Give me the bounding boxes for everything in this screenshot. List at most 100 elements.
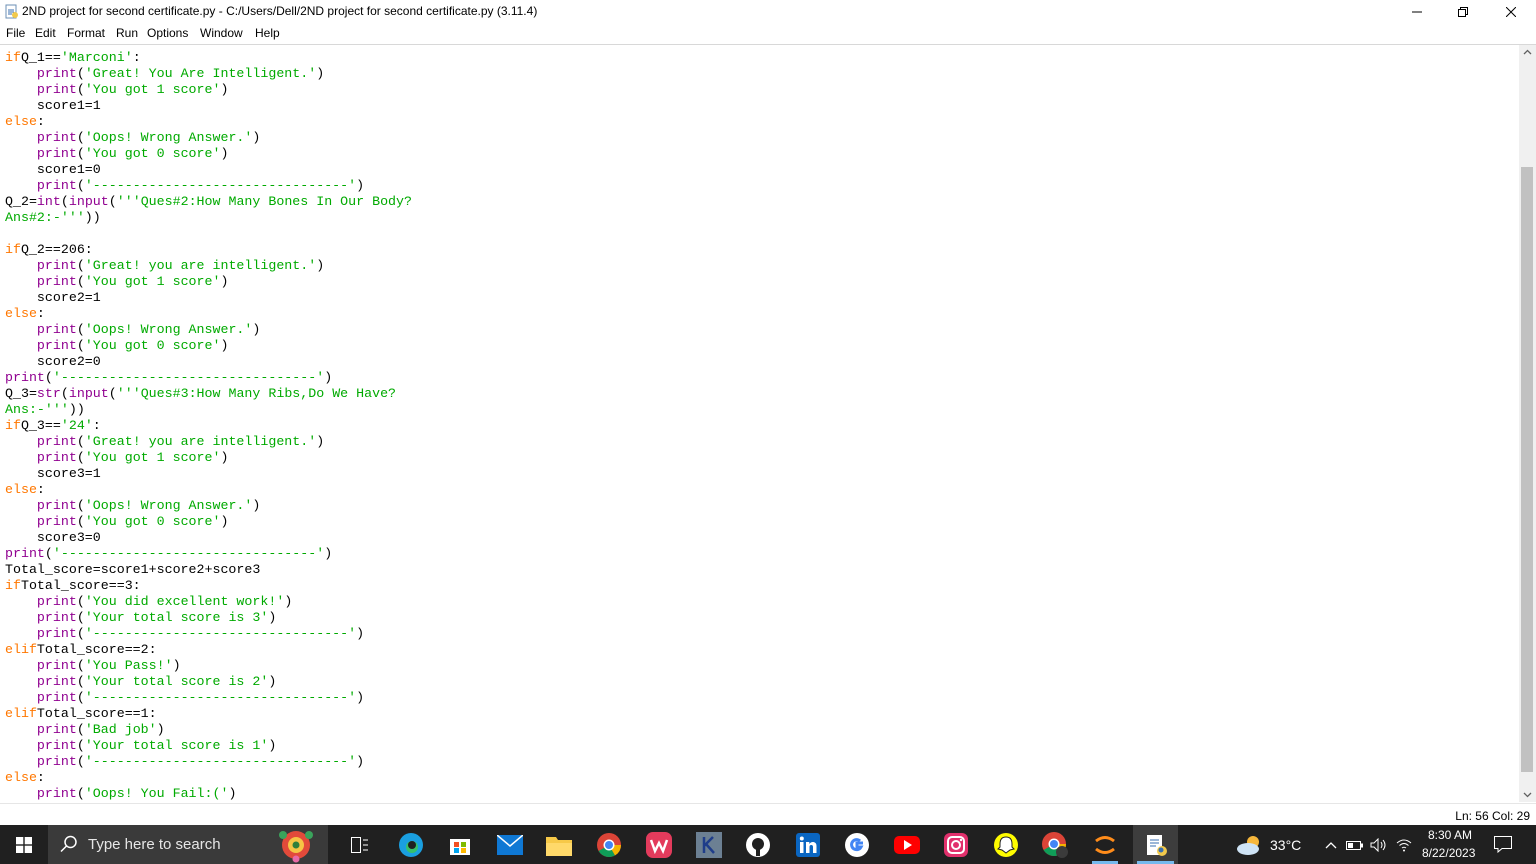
code-line[interactable]: score1=1	[5, 98, 412, 114]
code-line[interactable]: Q_2=int(input('''Ques#2:How Many Bones I…	[5, 194, 412, 210]
code-line[interactable]: print('Oops! You Fail:(')	[5, 786, 412, 802]
menu-help[interactable]: Help	[255, 26, 280, 40]
code-line[interactable]: score1=0	[5, 162, 412, 178]
code-line[interactable]: elifTotal_score==1:	[5, 706, 412, 722]
taskbar-idle-editor[interactable]	[1133, 825, 1178, 864]
code-line[interactable]: Total_score=score1+score2+score3	[5, 562, 412, 578]
menu-format[interactable]: Format	[67, 26, 105, 40]
code-line[interactable]: print('Bad job')	[5, 722, 412, 738]
code-line[interactable]: Q_3=str(input('''Ques#3:How Many Ribs,Do…	[5, 386, 412, 402]
taskbar-file-explorer[interactable]	[538, 825, 580, 864]
vertical-scrollbar[interactable]	[1519, 45, 1536, 802]
code-line[interactable]: ifQ_2==206:	[5, 242, 412, 258]
code-line[interactable]: print('--------------------------------'…	[5, 690, 412, 706]
taskbar-snapchat[interactable]	[985, 825, 1027, 864]
code-line[interactable]: Ans:-'''))	[5, 402, 412, 418]
menu-edit[interactable]: Edit	[35, 26, 56, 40]
taskbar-kite[interactable]	[688, 825, 730, 864]
code-line[interactable]	[5, 226, 412, 242]
taskbar-instagram[interactable]	[935, 825, 977, 864]
code-line[interactable]: ifQ_3=='24':	[5, 418, 412, 434]
code-line[interactable]: elifTotal_score==2:	[5, 642, 412, 658]
taskbar-github[interactable]	[737, 825, 779, 864]
code-line[interactable]: print('Great! you are intelligent.')	[5, 434, 412, 450]
close-button[interactable]	[1488, 0, 1534, 24]
taskbar-chrome[interactable]	[588, 825, 630, 864]
clock-date[interactable]: 8/22/2023	[1422, 846, 1475, 860]
code-line[interactable]: print('--------------------------------'…	[5, 178, 412, 194]
code-line[interactable]: print('--------------------------------'…	[5, 546, 412, 562]
menu-window[interactable]: Window	[200, 26, 243, 40]
code-line[interactable]: print('Great! You Are Intelligent.')	[5, 66, 412, 82]
code-line[interactable]: print('Your total score is 1')	[5, 738, 412, 754]
menu-file[interactable]: File	[6, 26, 25, 40]
code-line[interactable]: print('You Pass!')	[5, 658, 412, 674]
taskbar-google[interactable]	[836, 825, 878, 864]
code-token: 'You got 1 score'	[84, 82, 221, 97]
start-button[interactable]	[0, 825, 48, 864]
task-view-button[interactable]	[340, 825, 380, 864]
code-line[interactable]: score3=0	[5, 530, 412, 546]
battery-status[interactable]	[1344, 825, 1366, 864]
notification-center-button[interactable]	[1490, 825, 1516, 864]
code-line[interactable]: score2=1	[5, 290, 412, 306]
code-token: Q_2=	[5, 194, 37, 209]
code-line[interactable]: print('You got 1 score')	[5, 82, 412, 98]
code-text[interactable]: ifQ_1=='Marconi': print('Great! You Are …	[5, 50, 412, 802]
scroll-down-icon[interactable]	[1523, 790, 1532, 799]
code-line[interactable]: else:	[5, 114, 412, 130]
code-line[interactable]: else:	[5, 482, 412, 498]
code-line[interactable]: print('You got 0 score')	[5, 146, 412, 162]
scroll-up-icon[interactable]	[1523, 48, 1532, 57]
taskbar-mail[interactable]	[489, 825, 531, 864]
code-line[interactable]: print('--------------------------------'…	[5, 370, 412, 386]
code-token: print	[5, 370, 45, 385]
taskbar-search-box[interactable]: Type here to search	[48, 825, 328, 864]
menu-options[interactable]: Options	[147, 26, 188, 40]
code-token: print	[36, 258, 77, 273]
taskbar-wps-office[interactable]	[638, 825, 680, 864]
code-line[interactable]: ifQ_1=='Marconi':	[5, 50, 412, 66]
code-line[interactable]: print('--------------------------------'…	[5, 754, 412, 770]
code-line[interactable]: print('Oops! Wrong Answer.')	[5, 498, 412, 514]
weather-temperature[interactable]: 33°C	[1270, 837, 1301, 853]
code-line[interactable]: print('You got 1 score')	[5, 450, 412, 466]
clock-time[interactable]: 8:30 AM	[1428, 828, 1472, 842]
taskbar-edge[interactable]	[390, 825, 432, 864]
code-line[interactable]: score3=1	[5, 466, 412, 482]
code-line[interactable]: print('You did excellent work!')	[5, 594, 412, 610]
code-line[interactable]: else:	[5, 306, 412, 322]
code-line[interactable]: score2=0	[5, 354, 412, 370]
taskbar-chrome-profile[interactable]	[1034, 825, 1076, 864]
snapchat-icon	[994, 832, 1018, 857]
minimize-button[interactable]	[1394, 0, 1440, 24]
show-hidden-icons-button[interactable]	[1322, 825, 1340, 864]
wifi-status[interactable]	[1393, 825, 1415, 864]
scrollbar-thumb[interactable]	[1521, 167, 1533, 772]
taskbar-extension-app[interactable]	[1084, 825, 1126, 864]
code-line[interactable]: print('Your total score is 2')	[5, 674, 412, 690]
code-line[interactable]: else:	[5, 770, 412, 786]
taskbar-youtube[interactable]	[886, 825, 928, 864]
code-line[interactable]: print('--------------------------------'…	[5, 626, 412, 642]
volume-control[interactable]	[1368, 825, 1390, 864]
code-line[interactable]: print('Oops! Wrong Answer.')	[5, 130, 412, 146]
code-line[interactable]: ifTotal_score==3:	[5, 578, 412, 594]
code-line[interactable]: Ans#2:-'''))	[5, 210, 412, 226]
code-line[interactable]: print('You got 1 score')	[5, 274, 412, 290]
weather-widget[interactable]	[1234, 825, 1266, 864]
code-editor[interactable]: ifQ_1=='Marconi': print('Great! You Are …	[0, 45, 1519, 802]
code-token: int	[36, 194, 61, 209]
taskbar-linkedin[interactable]	[787, 825, 829, 864]
taskbar-store[interactable]	[439, 825, 481, 864]
code-token: Q_3=	[5, 386, 37, 401]
restore-button[interactable]	[1440, 0, 1486, 24]
code-line[interactable]: print('Your total score is 3')	[5, 610, 412, 626]
code-line[interactable]: print('You got 0 score')	[5, 338, 412, 354]
code-line[interactable]: print('Great! you are intelligent.')	[5, 258, 412, 274]
code-token: )	[220, 338, 229, 353]
menu-run[interactable]: Run	[116, 26, 138, 40]
code-line[interactable]: print('You got 0 score')	[5, 514, 412, 530]
code-line[interactable]: print('Oops! Wrong Answer.')	[5, 322, 412, 338]
